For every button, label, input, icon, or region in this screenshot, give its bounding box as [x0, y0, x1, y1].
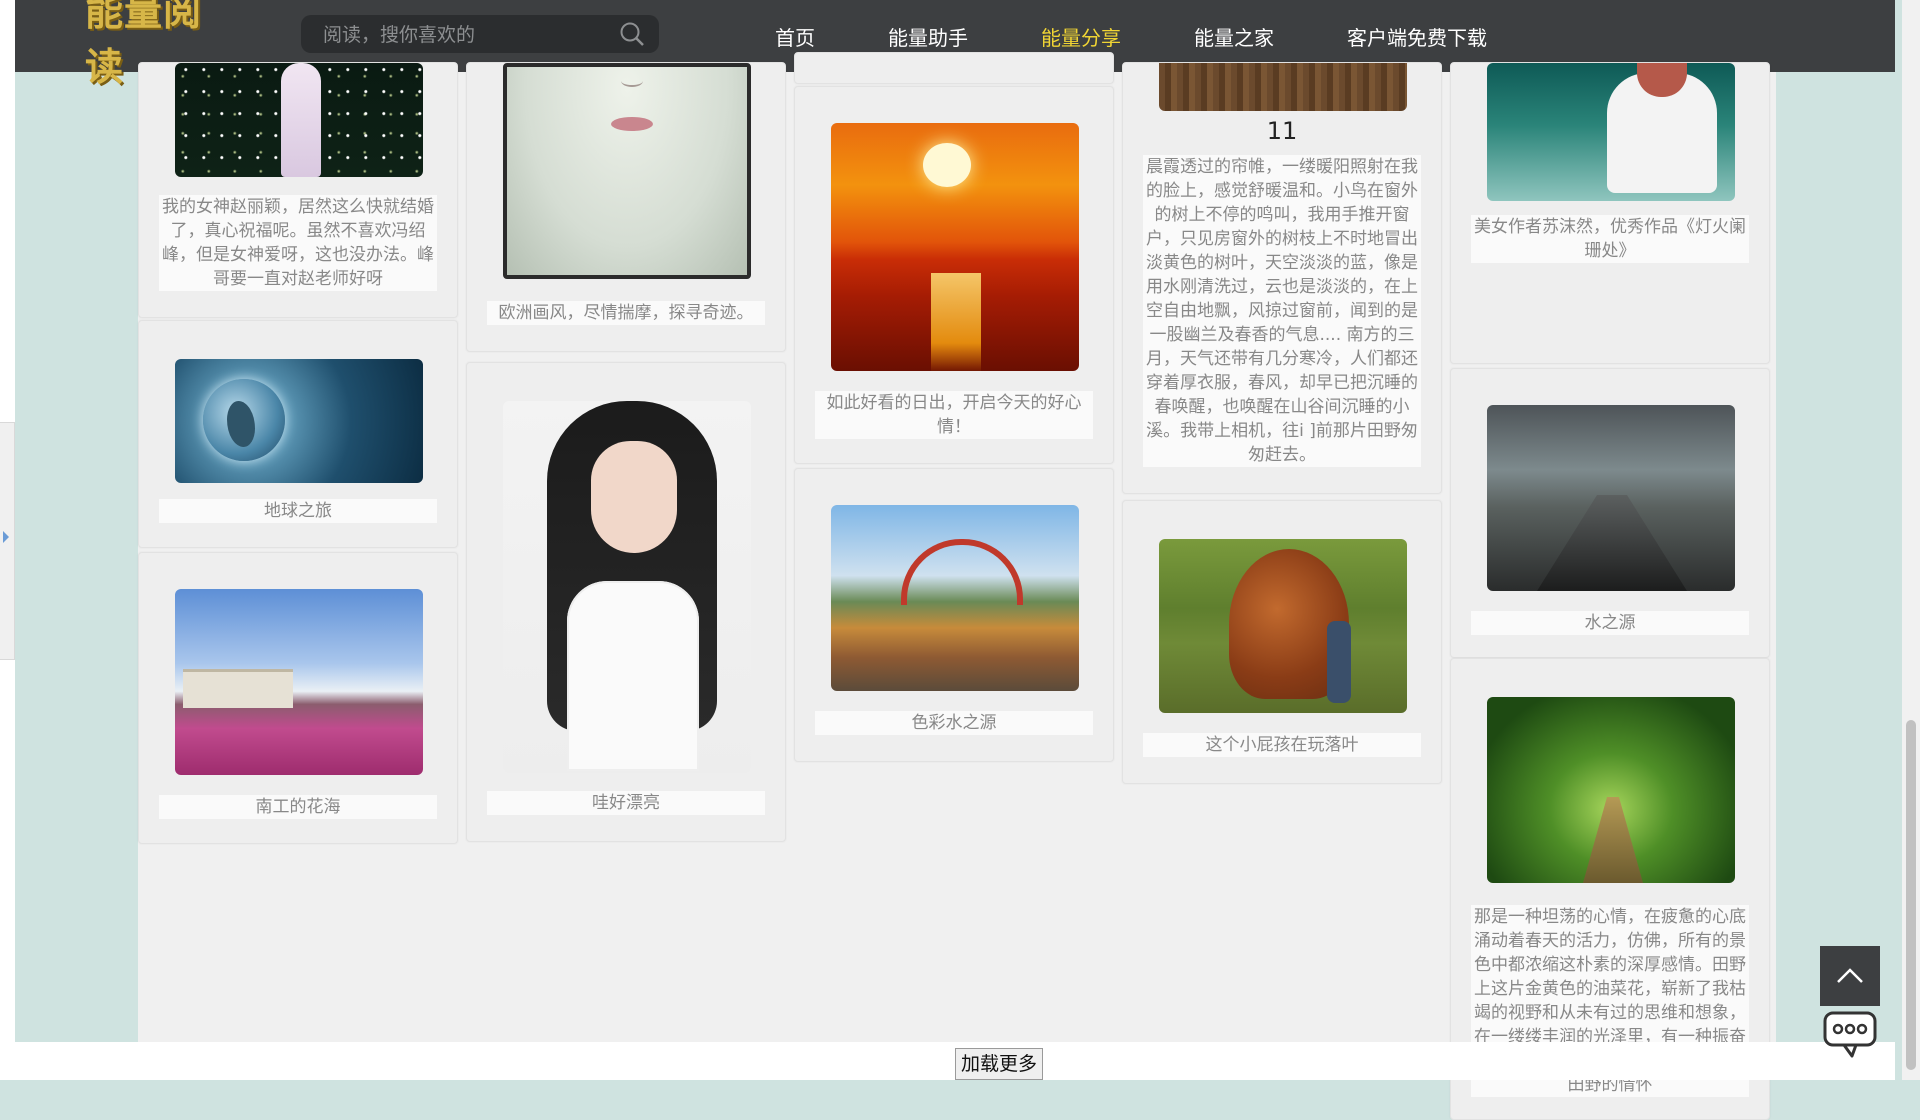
feed-card[interactable]: 欧洲画风，尽情揣摩，探寻奇迹。 [466, 62, 786, 352]
card-image[interactable] [1159, 539, 1407, 713]
card-caption: 我的女神赵丽颖，居然这么快就结婚了，真心祝福呢。虽然不喜欢冯绍峰，但是女神爱呀，… [159, 195, 437, 291]
nav-assistant[interactable]: 能量助手 [888, 22, 968, 51]
card-image[interactable] [175, 359, 423, 483]
nav-share[interactable]: 能量分享 [1041, 22, 1121, 51]
card-image[interactable] [503, 401, 751, 773]
feed-card[interactable]: 11 晨霞透过的帘帷，一缕暖阳照射在我的脸上，感觉舒暖温和。小鸟在窗外的树上不停… [1122, 62, 1442, 494]
feed-card[interactable]: 如此好看的日出，开启今天的好心情！ [794, 86, 1114, 464]
waterfall-feed: 我的女神赵丽颖，居然这么快就结婚了，真心祝福呢。虽然不喜欢冯绍峰，但是女神爱呀，… [138, 52, 1776, 1120]
nav-home[interactable]: 首页 [775, 22, 815, 51]
feed-card[interactable]: 地球之旅 [138, 320, 458, 548]
card-image[interactable] [831, 123, 1079, 371]
card-caption: 哇好漂亮 [487, 791, 765, 815]
chevron-right-icon [3, 531, 9, 543]
feed-card[interactable]: 色彩水之源 [794, 468, 1114, 762]
site-logo[interactable]: 能量阅读 [85, 0, 225, 89]
feed-card[interactable]: 美女作者苏沫然，优秀作品《灯火阑珊处》 [1450, 62, 1770, 364]
search-icon[interactable] [619, 21, 645, 47]
card-image[interactable] [1487, 405, 1735, 591]
card-caption: 色彩水之源 [815, 711, 1093, 735]
card-caption: 南工的花海 [159, 795, 437, 819]
side-drawer-handle[interactable] [0, 422, 15, 660]
card-number: 11 [1266, 117, 1298, 145]
card-image[interactable] [1487, 697, 1735, 883]
feed-card[interactable]: 南工的花海 [138, 552, 458, 844]
card-image[interactable] [1159, 63, 1407, 111]
chat-button[interactable] [1822, 1010, 1878, 1062]
search-input[interactable] [321, 20, 615, 50]
card-image[interactable] [175, 589, 423, 775]
feed-card[interactable]: 哇好漂亮 [466, 362, 786, 842]
card-caption: 如此好看的日出，开启今天的好心情！ [815, 391, 1093, 439]
card-image[interactable] [831, 505, 1079, 691]
search-box [301, 15, 659, 53]
card-image[interactable] [503, 63, 751, 279]
card-image[interactable] [175, 63, 423, 177]
feed-card[interactable]: 这个小屁孩在玩落叶 [1122, 500, 1442, 784]
scrollbar-thumb[interactable] [1906, 720, 1916, 1070]
feed-card[interactable]: 水之源 [1450, 368, 1770, 658]
card-image[interactable] [1487, 63, 1735, 201]
card-caption: 地球之旅 [159, 499, 437, 523]
chat-bubble-icon [1823, 1011, 1877, 1058]
back-to-top-button[interactable] [1820, 946, 1880, 1006]
card-caption: 晨霞透过的帘帷，一缕暖阳照射在我的脸上，感觉舒暖温和。小鸟在窗外的树上不停的鸣叫… [1143, 155, 1421, 467]
nav-home-community[interactable]: 能量之家 [1194, 22, 1274, 51]
feed-card[interactable] [794, 52, 1114, 84]
card-caption: 欧洲画风，尽情揣摩，探寻奇迹。 [487, 301, 765, 325]
card-caption: 这个小屁孩在玩落叶 [1143, 733, 1421, 757]
load-more-button[interactable]: 加载更多 [955, 1048, 1043, 1080]
chevron-up-icon [1837, 968, 1863, 983]
feed-card[interactable]: 我的女神赵丽颖，居然这么快就结婚了，真心祝福呢。虽然不喜欢冯绍峰，但是女神爱呀，… [138, 62, 458, 318]
page-scrollbar[interactable] [1902, 0, 1920, 1080]
card-caption: 美女作者苏沫然，优秀作品《灯火阑珊处》 [1471, 215, 1749, 263]
card-caption: 水之源 [1471, 611, 1749, 635]
nav-download[interactable]: 客户端免费下载 [1347, 22, 1487, 51]
